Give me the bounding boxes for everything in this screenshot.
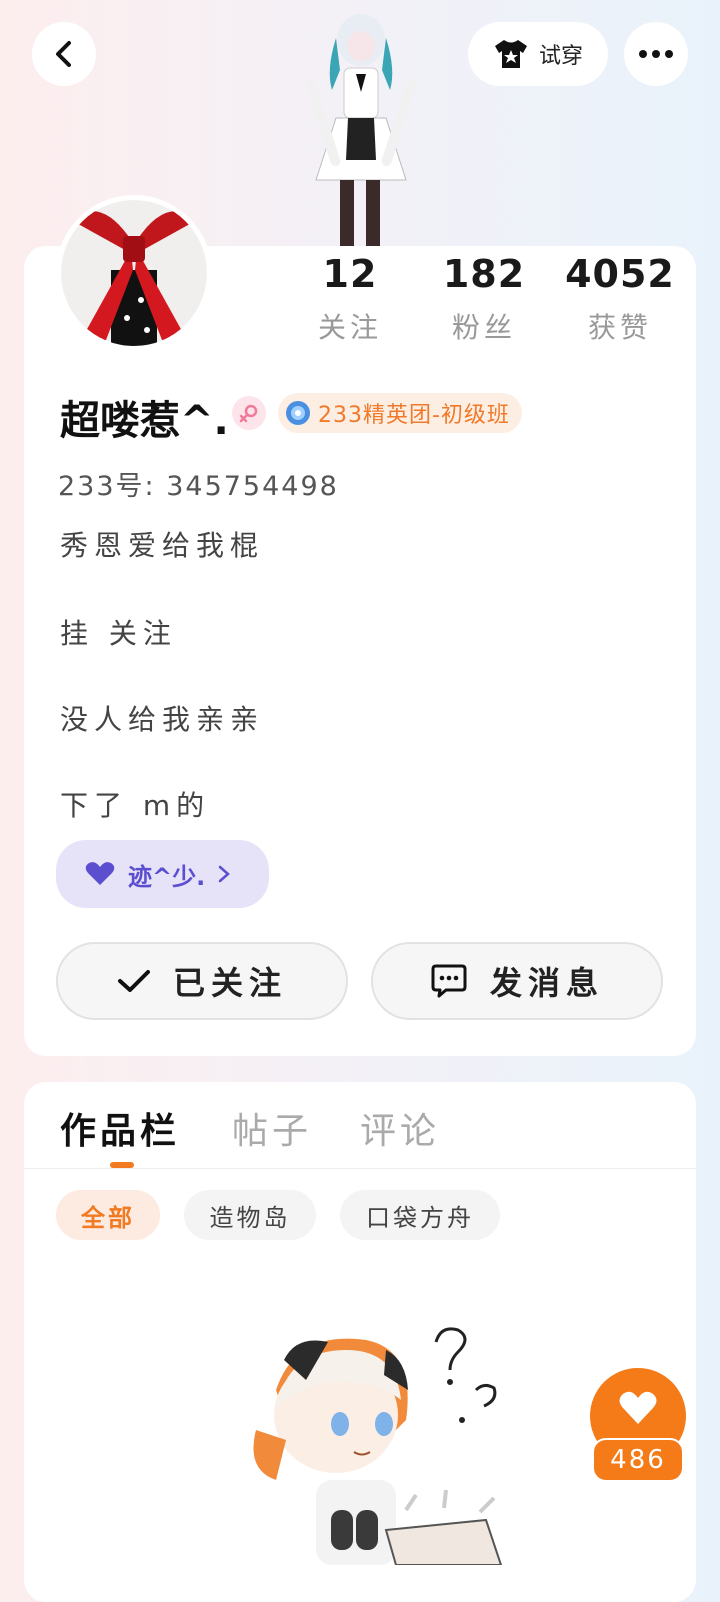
avatar[interactable] xyxy=(56,195,212,351)
back-button[interactable] xyxy=(32,22,96,86)
medal-icon xyxy=(286,401,310,425)
filter-all[interactable]: 全部 xyxy=(56,1190,160,1240)
like-count-badge: 486 xyxy=(592,1438,684,1482)
username: 超喽惹^. xyxy=(60,398,229,444)
tab-posts[interactable]: 帖子 xyxy=(232,1102,312,1154)
shirt-icon xyxy=(494,40,527,68)
following-label: 关注 xyxy=(317,311,382,344)
user-id: 233号: 345754498 xyxy=(58,471,339,502)
tab-comments[interactable]: 评论 xyxy=(360,1102,440,1154)
message-label: 发消息 xyxy=(489,964,604,1002)
tab-works[interactable]: 作品栏 xyxy=(60,1102,180,1154)
filter-creation-island[interactable]: 造物岛 xyxy=(184,1190,316,1240)
guild-tag[interactable]: 迹^少. xyxy=(56,840,269,908)
bio-line: 秀恩爱给我棍 xyxy=(60,529,265,562)
bio-line: 下了 m的 xyxy=(60,789,211,822)
bio-line: 没人给我亲亲 xyxy=(60,703,265,736)
checkmark-icon xyxy=(117,970,150,992)
more-options-button[interactable] xyxy=(624,22,688,86)
stat-fans[interactable]: 182 粉丝 xyxy=(424,252,544,346)
message-button[interactable]: 发消息 xyxy=(371,942,663,1020)
avatar-image xyxy=(61,200,207,346)
heart-filled-icon xyxy=(619,1391,657,1424)
avatar-3d-character xyxy=(305,14,417,246)
bio-line: 挂 关注 xyxy=(60,617,177,650)
guild-label: 迹^少. xyxy=(128,862,206,891)
follow-label: 已关注 xyxy=(172,964,287,1002)
following-count: 12 xyxy=(322,252,378,296)
stat-likes[interactable]: 4052 获赞 xyxy=(560,252,680,346)
try-on-label: 试穿 xyxy=(538,44,583,69)
level-badge[interactable]: 233精英团-初级班 xyxy=(278,393,522,433)
likes-count: 4052 xyxy=(565,252,675,296)
try-on-button[interactable]: 试穿 xyxy=(468,22,608,86)
follow-button[interactable]: 已关注 xyxy=(56,942,348,1020)
gender-female-icon xyxy=(232,396,266,430)
stat-following[interactable]: 12 关注 xyxy=(290,252,410,346)
fans-label: 粉丝 xyxy=(451,311,516,344)
heart-icon xyxy=(85,862,115,885)
chevron-right-icon xyxy=(218,865,231,883)
level-badge-label: 233精英团-初级班 xyxy=(318,403,510,428)
more-dots-icon xyxy=(639,50,673,58)
filter-pocket-ark[interactable]: 口袋方舟 xyxy=(340,1190,500,1240)
likes-label: 获赞 xyxy=(587,311,652,344)
fans-count: 182 xyxy=(442,252,526,296)
empty-state-illustration xyxy=(253,1327,503,1565)
chat-bubble-icon xyxy=(431,964,467,998)
back-arrow-icon xyxy=(56,41,71,67)
tab-divider xyxy=(24,1168,696,1169)
